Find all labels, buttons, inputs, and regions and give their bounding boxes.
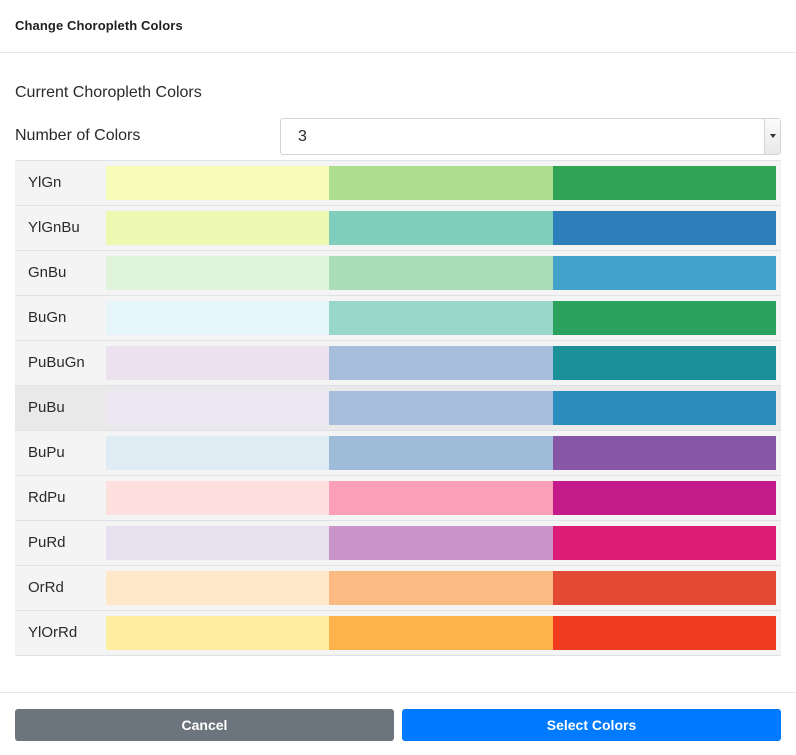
number-of-colors-value: 3 [298, 128, 307, 145]
palette-swatches[interactable] [106, 616, 776, 650]
color-swatch[interactable] [329, 481, 553, 515]
color-swatch[interactable] [106, 166, 330, 200]
palette-row[interactable]: GnBu [15, 251, 781, 296]
color-swatch[interactable] [329, 301, 553, 335]
color-swatch[interactable] [552, 526, 776, 560]
color-swatch[interactable] [329, 391, 553, 425]
palette-row[interactable]: RdPu [15, 476, 781, 521]
palette-swatches[interactable] [106, 436, 776, 470]
palette-row[interactable]: PuBuGn [15, 341, 781, 386]
palette-row[interactable]: BuPu [15, 431, 781, 476]
cancel-button[interactable]: Cancel [15, 709, 394, 741]
color-swatch[interactable] [552, 436, 776, 470]
color-swatch[interactable] [552, 301, 776, 335]
palette-row[interactable]: YlOrRd [15, 611, 781, 656]
color-swatch[interactable] [552, 616, 776, 650]
palette-row[interactable]: PuBu [15, 386, 781, 431]
palette-swatches[interactable] [106, 391, 776, 425]
palette-name: GnBu [28, 264, 67, 281]
color-swatch[interactable] [329, 256, 553, 290]
color-swatch[interactable] [106, 391, 330, 425]
color-swatch[interactable] [106, 301, 330, 335]
palette-swatches[interactable] [106, 346, 776, 380]
palette-name: OrRd [28, 579, 64, 596]
palette-row[interactable]: OrRd [15, 566, 781, 611]
current-colors-label: Current Choropleth Colors [15, 84, 202, 101]
color-swatch[interactable] [106, 616, 330, 650]
palette-row[interactable]: BuGn [15, 296, 781, 341]
select-colors-button[interactable]: Select Colors [402, 709, 781, 741]
color-swatch[interactable] [329, 526, 553, 560]
color-swatch[interactable] [552, 256, 776, 290]
palette-swatches[interactable] [106, 571, 776, 605]
color-swatch[interactable] [106, 436, 330, 470]
color-swatch[interactable] [329, 436, 553, 470]
color-swatch[interactable] [552, 166, 776, 200]
palette-name: RdPu [28, 489, 66, 506]
modal-header: Change Choropleth Colors [0, 0, 796, 53]
palette-row[interactable]: PuRd [15, 521, 781, 566]
color-swatch[interactable] [106, 481, 330, 515]
color-swatch[interactable] [106, 256, 330, 290]
chevron-down-icon[interactable] [764, 119, 780, 154]
color-swatch[interactable] [106, 571, 330, 605]
palette-name: YlGnBu [28, 219, 80, 236]
color-swatch[interactable] [552, 571, 776, 605]
number-of-colors-select[interactable]: 3 [280, 118, 781, 155]
color-swatch[interactable] [106, 526, 330, 560]
palette-name: BuPu [28, 444, 65, 461]
palette-name: YlGn [28, 174, 62, 191]
palette-swatches[interactable] [106, 256, 776, 290]
palette-swatches[interactable] [106, 166, 776, 200]
palette-swatches[interactable] [106, 526, 776, 560]
color-swatch[interactable] [552, 391, 776, 425]
color-swatch[interactable] [329, 616, 553, 650]
modal-title: Change Choropleth Colors [15, 18, 183, 33]
palette-name: PuBuGn [28, 354, 85, 371]
color-swatch[interactable] [106, 211, 330, 245]
number-of-colors-label: Number of Colors [15, 127, 141, 144]
color-swatch[interactable] [329, 166, 553, 200]
color-swatch[interactable] [552, 346, 776, 380]
palette-swatches[interactable] [106, 301, 776, 335]
palette-name: PuBu [28, 399, 65, 416]
palette-name: BuGn [28, 309, 67, 326]
modal-footer: Cancel Select Colors [0, 692, 796, 755]
color-swatch[interactable] [329, 571, 553, 605]
palette-swatches[interactable] [106, 211, 776, 245]
palette-list: YlGn YlGnBu GnBu BuGn PuBuGn PuBu BuPu RdPu PuRd… [15, 160, 781, 656]
color-swatch[interactable] [552, 211, 776, 245]
color-swatch[interactable] [552, 481, 776, 515]
palette-row[interactable]: YlGn [15, 161, 781, 206]
color-swatch[interactable] [329, 211, 553, 245]
color-swatch[interactable] [106, 346, 330, 380]
palette-name: YlOrRd [28, 624, 78, 641]
palette-row[interactable]: YlGnBu [15, 206, 781, 251]
color-swatch[interactable] [329, 346, 553, 380]
palette-name: PuRd [28, 534, 66, 551]
palette-swatches[interactable] [106, 481, 776, 515]
